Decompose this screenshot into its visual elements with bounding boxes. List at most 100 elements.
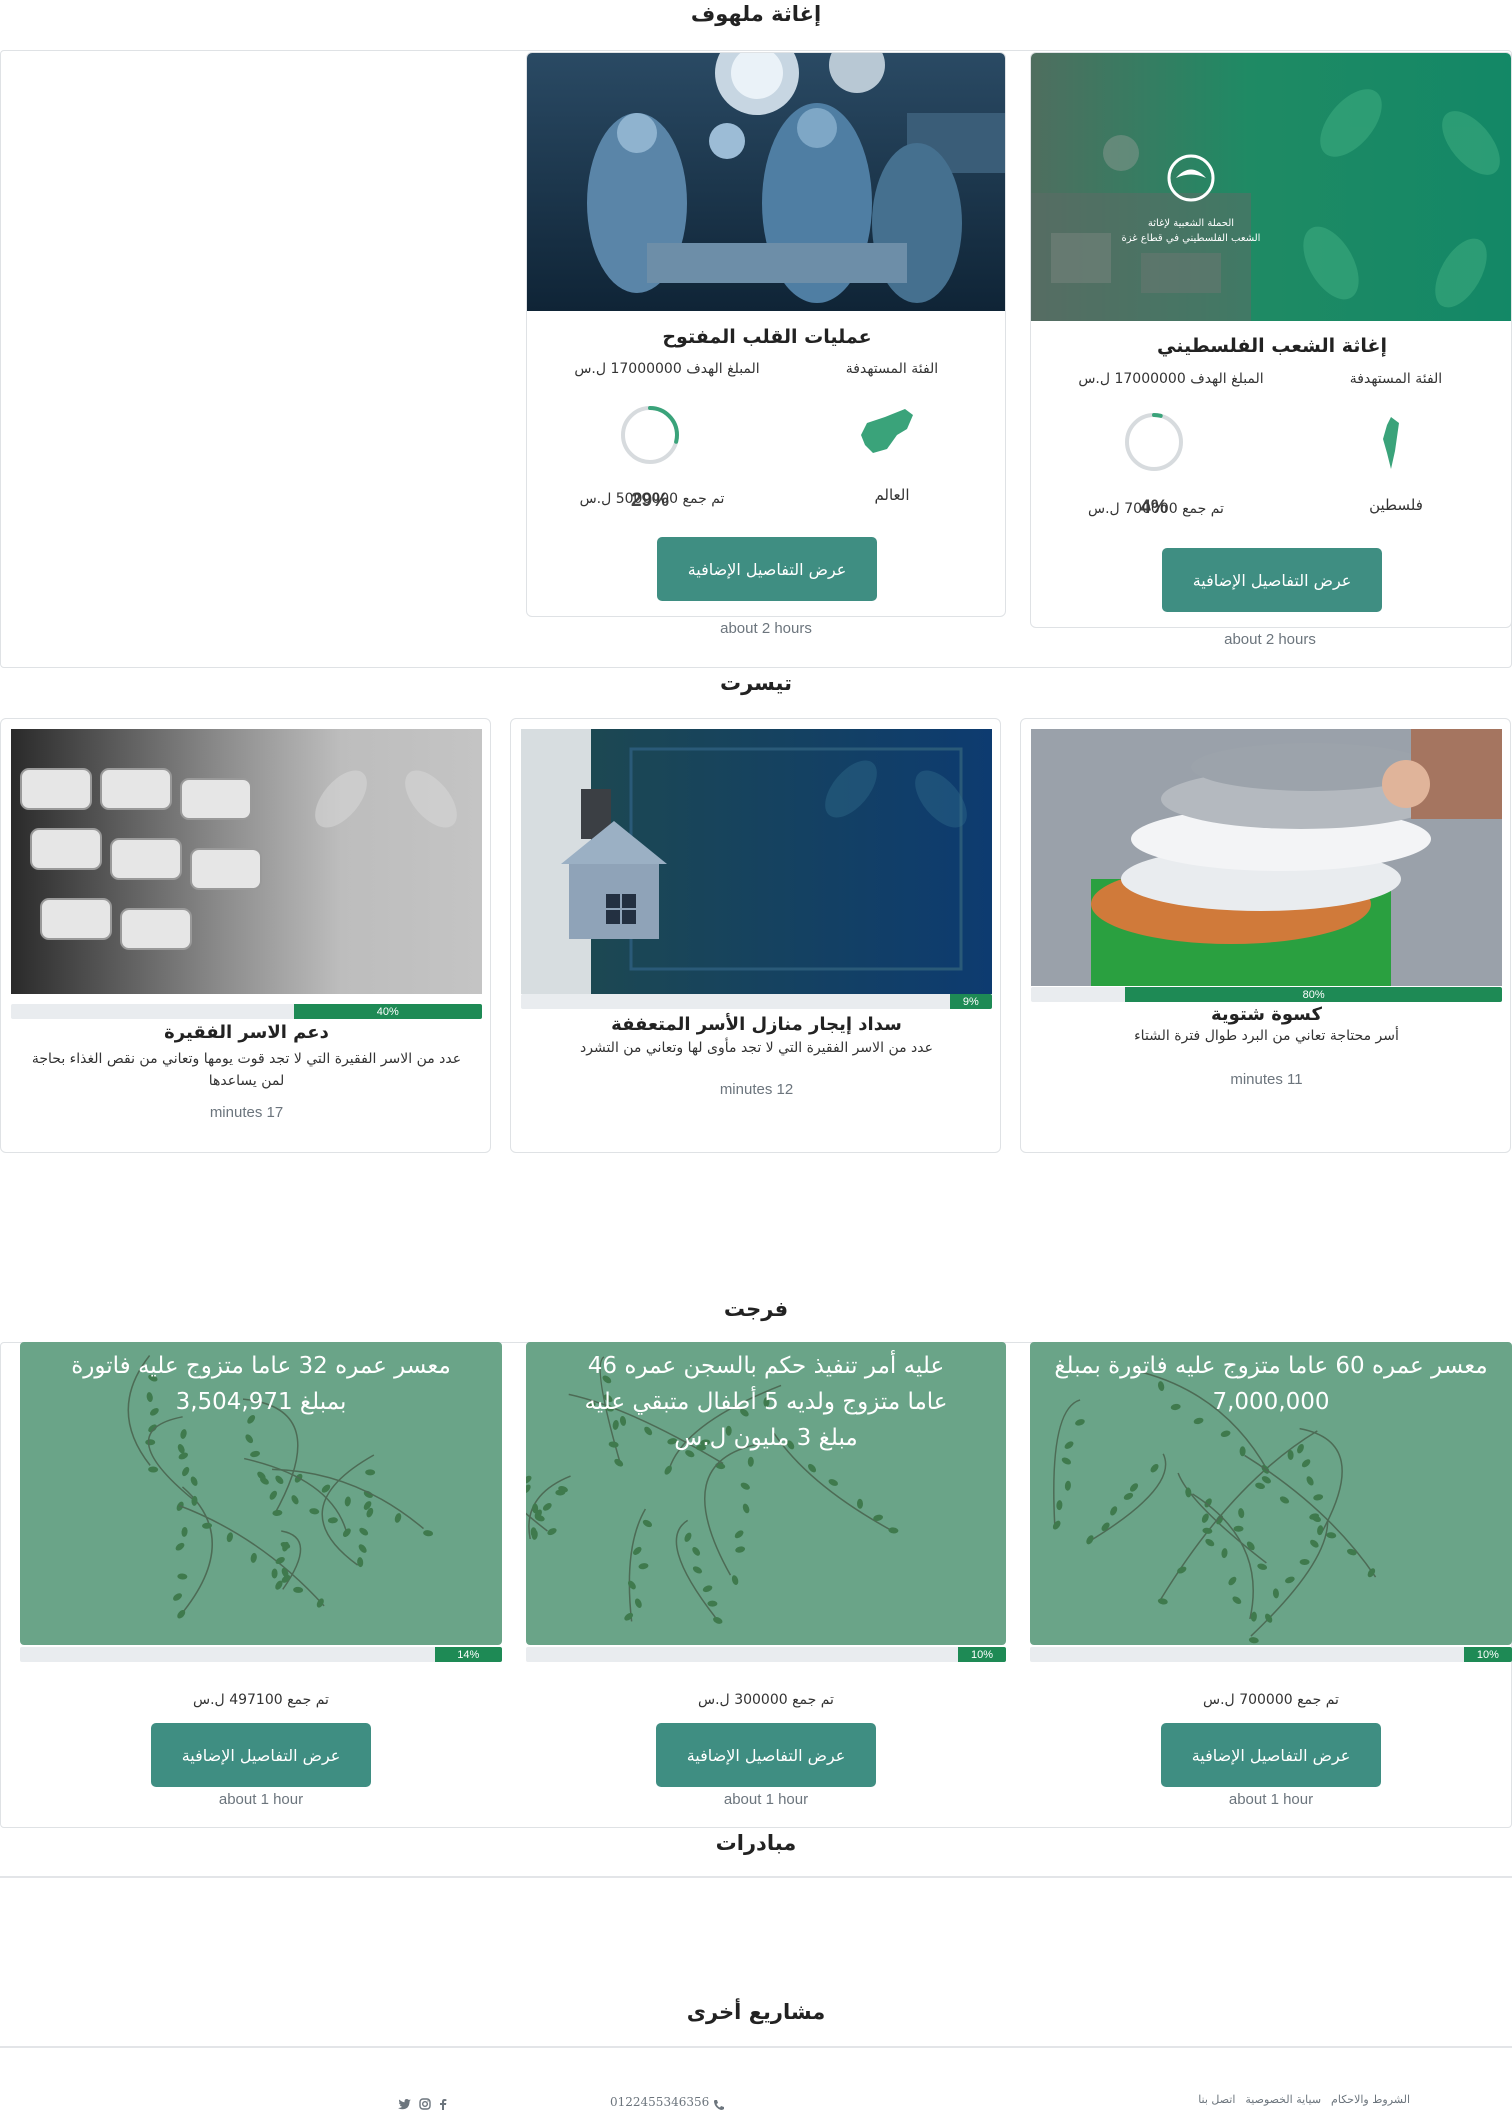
region-label: العالم	[874, 486, 910, 504]
progress-bar: 40%	[11, 1004, 482, 1019]
footer-phone[interactable]: 0122455346356	[610, 2092, 740, 2112]
tayassarat-card-winter: 80% كسوة شتوية أسر محتاجة تعاني من البرد…	[1020, 718, 1511, 1153]
vine-leaf	[1110, 1506, 1118, 1516]
collected-amount: تم جمع 497100 ل.س	[193, 1692, 329, 1708]
heart-surgery-image	[527, 53, 1005, 311]
vine-leaf	[740, 1482, 750, 1490]
vine-wall-image: معسر عمره 60 عاما متزوج عليه فاتورة بمبل…	[1030, 1342, 1512, 1645]
vine-leaf	[684, 1532, 692, 1542]
card-time: minutes 12	[719, 1081, 794, 1098]
vine-leaf	[1220, 1430, 1231, 1437]
vine-stem	[179, 1486, 213, 1616]
vine-leaf	[707, 1600, 718, 1607]
goal-label: المبلغ الهدف 17000000 ل.س	[574, 361, 760, 377]
vine-leaf	[1064, 1480, 1071, 1491]
card-description: أسر محتاجة تعاني من البرد طوال فترة الشت…	[1134, 1028, 1399, 1044]
vine-leaf	[692, 1566, 703, 1574]
section-title-tayassarat: تيسرت	[720, 671, 792, 695]
vine-leaf	[1317, 1525, 1324, 1536]
vine-leaf	[526, 1484, 531, 1494]
card-title: إغاثة الشعب الفلسطيني	[1157, 335, 1387, 357]
vine-leaf	[226, 1532, 233, 1543]
case-overlay-text: عليه أمر تنفيذ حكم بالسجن عمره 46 عاما م…	[584, 1353, 948, 1451]
world-map-icon	[857, 405, 917, 457]
case-overlay-text: معسر عمره 60 عاما متزوج عليه فاتورة بمبل…	[1054, 1353, 1488, 1415]
vine-leaf	[526, 1475, 532, 1484]
card-description: عدد من الاسر الفقيرة التي لا تجد مأوى له…	[580, 1040, 933, 1056]
vine-leaf	[250, 1552, 257, 1563]
vine-leaf	[309, 1508, 320, 1515]
vine-leaf	[1313, 1494, 1324, 1501]
progress-ring: 29%	[619, 404, 681, 511]
card-title: سداد إيجار منازل الأسر المتعففة	[611, 1014, 902, 1035]
details-button[interactable]: عرض التفاصيل الإضافية	[1161, 1723, 1381, 1787]
progress-bar: 80%	[1031, 987, 1502, 1002]
card-time: minutes 17	[209, 1104, 284, 1121]
footer-link-privacy[interactable]: سياية الخصوصية	[1245, 2093, 1321, 2113]
details-button[interactable]: عرض التفاصيل الإضافية	[151, 1723, 371, 1787]
vine-leaf	[1064, 1441, 1074, 1449]
farajat-card: عليه أمر تنفيذ حكم بالسجن عمره 46 عاما م…	[526, 1342, 1006, 1822]
vine-leaf	[359, 1527, 369, 1536]
vine-leaf	[735, 1546, 746, 1553]
footer-link-terms[interactable]: الشروط والاحكام	[1331, 2093, 1410, 2113]
vine-leaf	[275, 1475, 284, 1484]
vine-leaf	[1205, 1538, 1215, 1547]
progress-bar: 10%	[526, 1647, 1006, 1662]
vine-leaf	[1279, 1496, 1290, 1504]
progress-fill: 14%	[434, 1647, 502, 1662]
vine-leaf	[1233, 1525, 1244, 1532]
vine-wall-image: معسر عمره 32 عاما متزوج عليه فاتورة بمبل…	[20, 1342, 502, 1645]
footer-links: الشروط والاحكام سياية الخصوصية اتصل بنا	[1110, 2093, 1410, 2113]
vine-leaf	[1157, 1598, 1168, 1605]
details-button[interactable]: عرض التفاصيل الإضافية	[656, 1723, 876, 1787]
urgent-card-heart: عمليات القلب المفتوح الفئة المستهدفة الم…	[526, 52, 1006, 617]
progress-fill: 9%	[949, 994, 992, 1009]
section-title-farajat: فرجت	[723, 1297, 789, 1321]
vine-leaf	[269, 1490, 278, 1500]
vine-leaf	[634, 1598, 642, 1608]
region-label: فلسطين	[1369, 496, 1423, 514]
vine-leaf	[291, 1495, 299, 1505]
vine-leaf	[175, 1542, 185, 1551]
vine-leaf	[1238, 1508, 1245, 1519]
twitter-icon[interactable]	[398, 2095, 411, 2110]
vine-leaf	[547, 1528, 557, 1536]
vine-leaf	[1310, 1539, 1319, 1548]
vine-leaf	[742, 1503, 750, 1514]
vine-stem	[1299, 1427, 1343, 1535]
vine-leaf	[182, 1466, 190, 1477]
vine-leaf	[327, 1517, 338, 1524]
divider	[0, 1876, 1512, 1878]
progress-fill: 80%	[1125, 987, 1502, 1002]
vine-leaf	[293, 1586, 304, 1593]
vine-leaf	[358, 1544, 367, 1553]
food-boxes-image	[11, 729, 482, 994]
vine-leaf	[702, 1585, 713, 1593]
card-time: about 1 hour	[1228, 1791, 1314, 1808]
instagram-icon[interactable]	[419, 2095, 431, 2110]
vine-leaf	[633, 1546, 642, 1555]
progress-fill: 10%	[1463, 1647, 1512, 1662]
facebook-icon[interactable]	[439, 2095, 447, 2110]
vine-leaf	[734, 1530, 744, 1539]
card-time: about 1 hour	[723, 1791, 809, 1808]
farajat-card: معسر عمره 32 عاما متزوج عليه فاتورة بمبل…	[20, 1342, 502, 1822]
progress-bar: 9%	[521, 994, 992, 1009]
vine-leaf	[1086, 1535, 1094, 1545]
house-key-image	[521, 729, 992, 994]
card-time: about 2 hours	[1224, 631, 1316, 648]
farajat-card: معسر عمره 60 عاما متزوج عليه فاتورة بمبل…	[1030, 1342, 1512, 1822]
vine-leaf	[627, 1580, 636, 1590]
footer-link-contact[interactable]: اتصل بنا	[1198, 2093, 1235, 2113]
vine-leaf	[542, 1503, 552, 1511]
details-button[interactable]: عرض التفاصيل الإضافية	[657, 537, 877, 601]
vine-leaf	[638, 1563, 649, 1570]
vine-leaf	[1185, 1487, 1192, 1498]
vine-leaf	[1232, 1596, 1242, 1605]
section-title-other-projects: مشاريع أخرى	[686, 2000, 826, 2024]
vine-leaf	[1306, 1476, 1314, 1486]
vine-leaf	[148, 1466, 159, 1473]
details-button[interactable]: عرض التفاصيل الإضافية	[1162, 548, 1382, 612]
vine-leaf	[181, 1526, 188, 1537]
